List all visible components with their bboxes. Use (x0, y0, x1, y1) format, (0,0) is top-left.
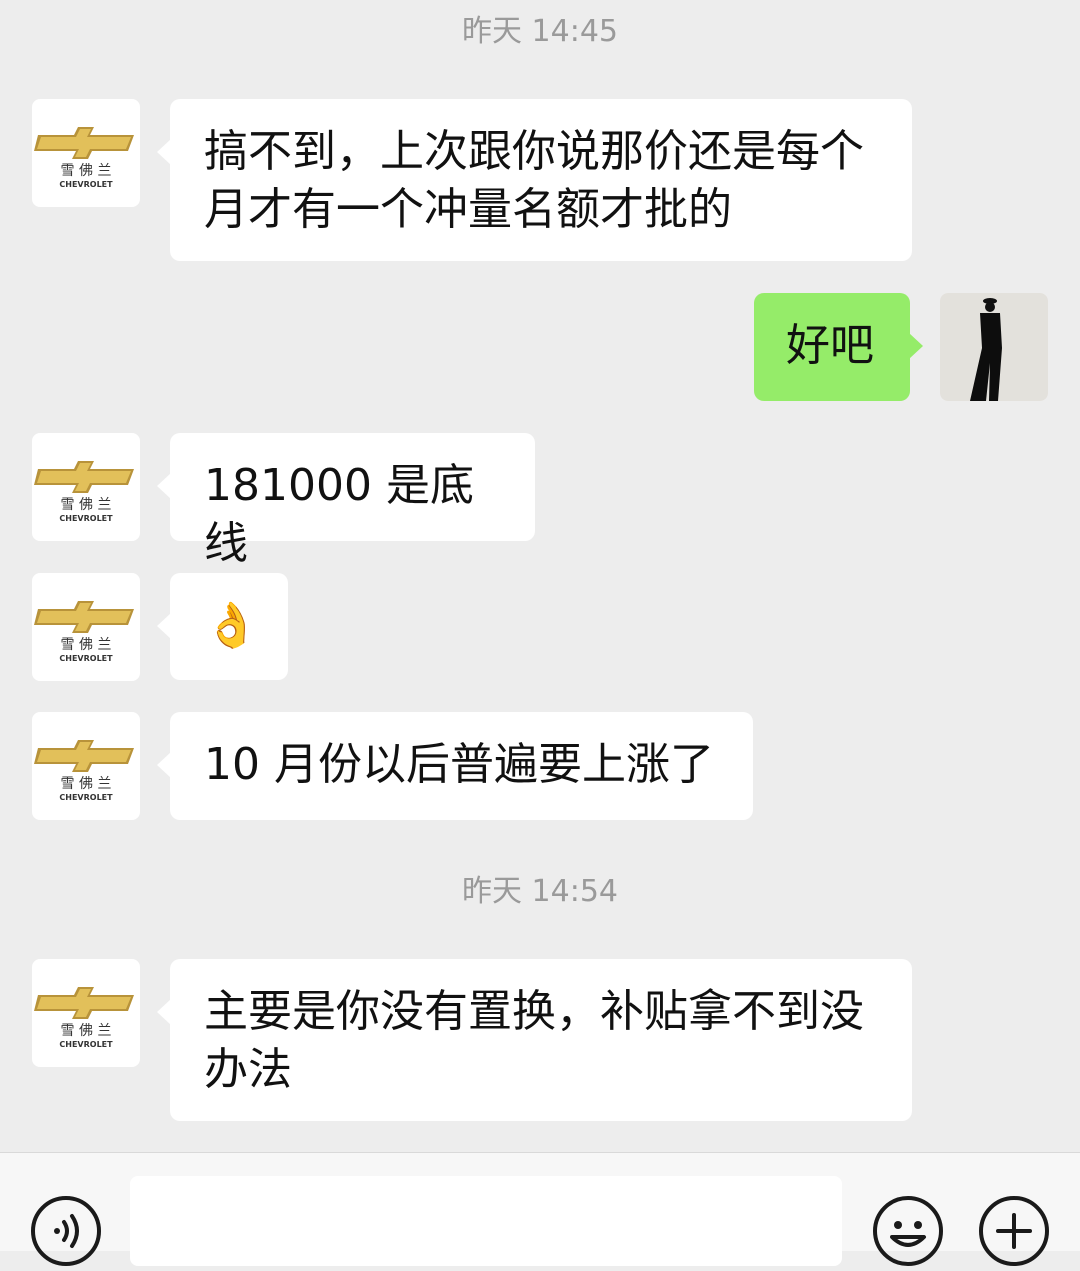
timestamp-2: 昨天 14:54 (462, 874, 618, 909)
contact-avatar[interactable]: 雪 佛 兰 CHEVROLET (32, 99, 140, 207)
chevrolet-logo-icon: 雪 佛 兰 CHEVROLET (34, 740, 134, 802)
svg-text:雪 佛 兰: 雪 佛 兰 (61, 1023, 112, 1039)
chevrolet-logo-icon: 雪 佛 兰 CHEVROLET (34, 461, 134, 523)
silhouette-avatar-icon (940, 293, 1048, 401)
svg-text:CHEVROLET: CHEVROLET (59, 1040, 113, 1049)
voice-icon[interactable] (30, 1195, 102, 1267)
contact-avatar[interactable]: 雪 佛 兰 CHEVROLET (32, 573, 140, 681)
svg-text:雪 佛 兰: 雪 佛 兰 (61, 776, 112, 792)
message-bubble-received[interactable]: 181000 是底线 (157, 433, 535, 569)
svg-text:雪 佛 兰: 雪 佛 兰 (61, 163, 112, 179)
timestamp-1: 昨天 14:45 (462, 14, 618, 49)
ok-hand-emoji: 👌 (204, 600, 259, 651)
message-bubble-received[interactable]: 10 月份以后普遍要上涨了 (157, 712, 753, 820)
chevrolet-logo-icon: 雪 佛 兰 CHEVROLET (34, 601, 134, 663)
message-text: 搞不到，上次跟你说那价还是每个月才有一个冲量名额才批的 (204, 126, 864, 235)
message-bubble-received[interactable]: 主要是你没有置换，补贴拿不到没办法 (157, 959, 912, 1121)
svg-text:CHEVROLET: CHEVROLET (59, 793, 113, 802)
message-text: 10 月份以后普遍要上涨了 (204, 739, 714, 790)
svg-text:CHEVROLET: CHEVROLET (59, 654, 113, 663)
message-text: 主要是你没有置换，补贴拿不到没办法 (204, 986, 864, 1095)
user-avatar[interactable] (940, 293, 1048, 401)
message-text: 好吧 (786, 320, 874, 371)
plus-icon[interactable] (978, 1195, 1050, 1267)
contact-avatar[interactable]: 雪 佛 兰 CHEVROLET (32, 712, 140, 820)
svg-text:CHEVROLET: CHEVROLET (59, 514, 113, 523)
svg-text:雪 佛 兰: 雪 佛 兰 (61, 497, 112, 513)
emoji-face-icon[interactable] (872, 1195, 944, 1267)
message-text: 181000 是底线 (204, 460, 474, 569)
contact-avatar[interactable]: 雪 佛 兰 CHEVROLET (32, 433, 140, 541)
message-bubble-received[interactable]: 👌 (157, 573, 288, 680)
message-input[interactable] (130, 1176, 842, 1266)
svg-text:雪 佛 兰: 雪 佛 兰 (61, 637, 112, 653)
message-bubble-sent[interactable]: 好吧 (754, 293, 923, 401)
message-bubble-received[interactable]: 搞不到，上次跟你说那价还是每个月才有一个冲量名额才批的 (157, 99, 912, 261)
chevrolet-logo-icon: 雪 佛 兰 CHEVROLET (34, 987, 134, 1049)
contact-avatar[interactable]: 雪 佛 兰 CHEVROLET (32, 959, 140, 1067)
svg-text:CHEVROLET: CHEVROLET (59, 180, 113, 189)
chevrolet-logo-icon: 雪 佛 兰 CHEVROLET (34, 127, 134, 189)
